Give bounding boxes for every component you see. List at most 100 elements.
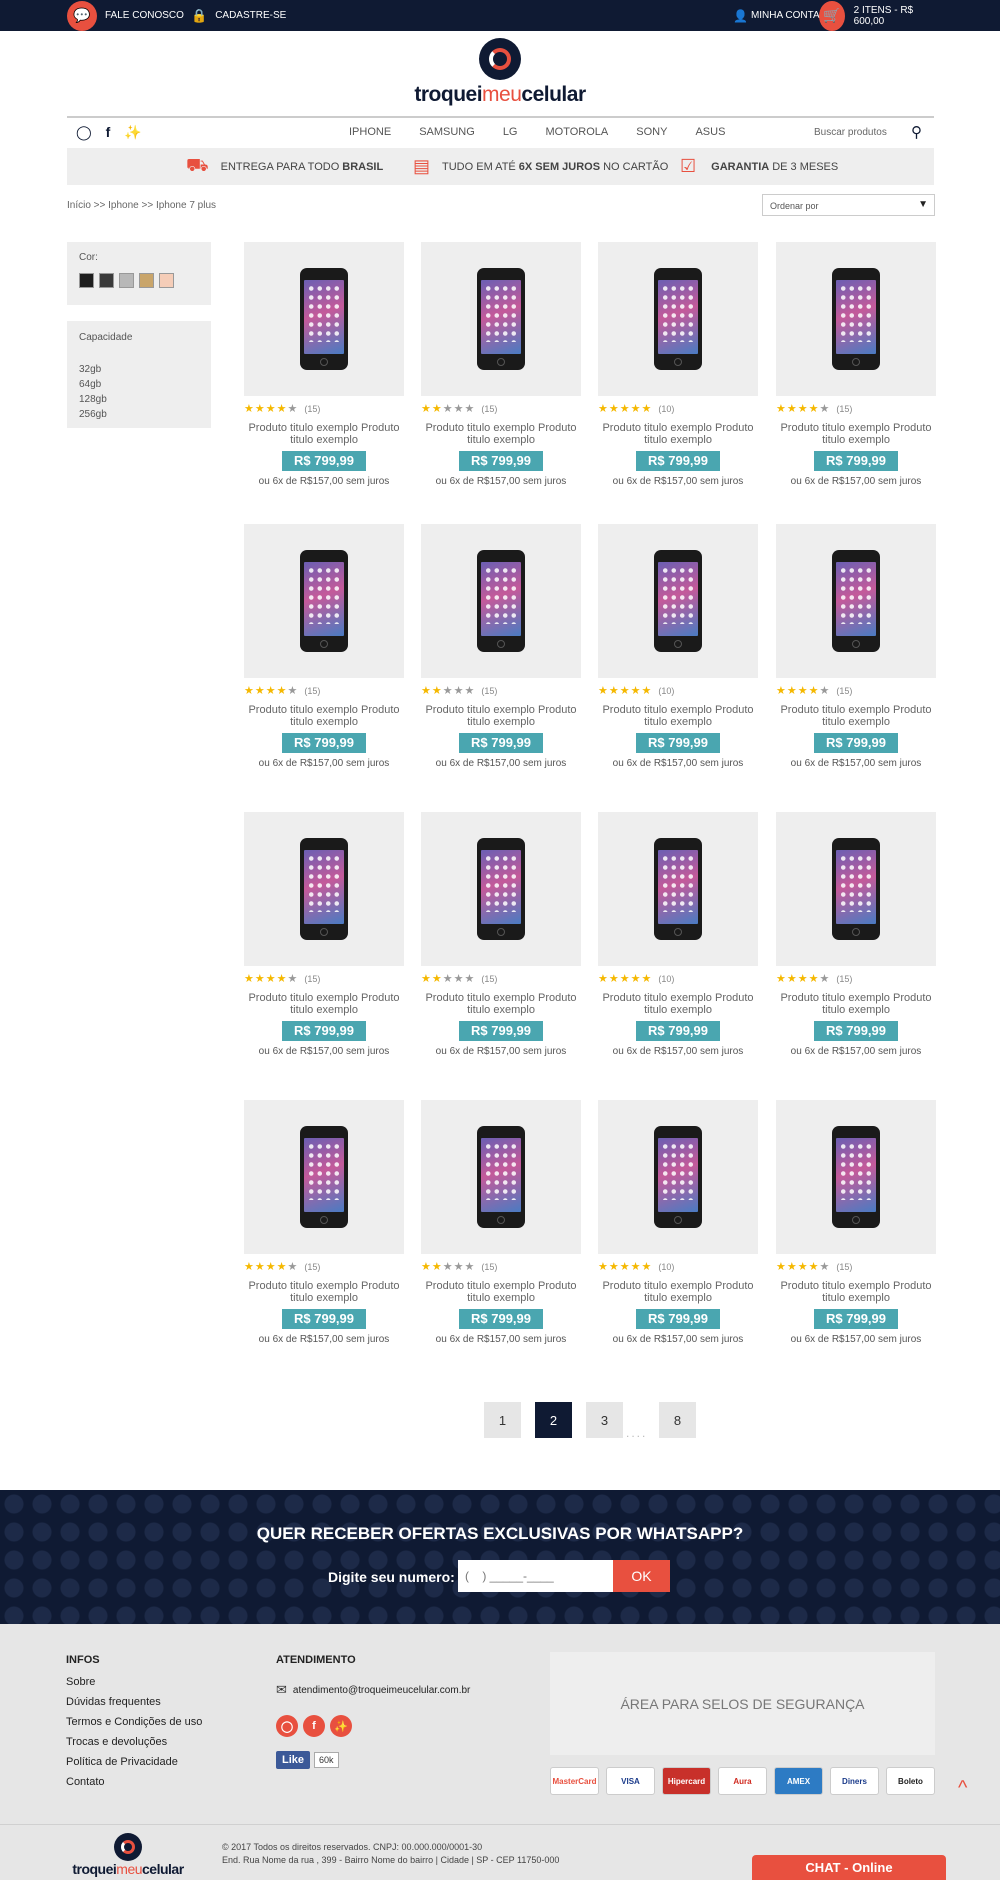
product-image[interactable] bbox=[244, 524, 404, 678]
product-card[interactable]: ★★★★★ (10) Produto titulo exemplo Produto … bbox=[598, 524, 758, 784]
product-title[interactable]: Produto titulo exemplo Produto titulo ex… bbox=[244, 422, 404, 446]
footer-social: ◯ f ✨ bbox=[276, 1715, 470, 1737]
twitter-icon[interactable]: ✨ bbox=[330, 1715, 352, 1737]
product-image[interactable] bbox=[421, 1100, 581, 1254]
product-card[interactable]: ★★★★★ (15) Produto titulo exemplo Produto … bbox=[776, 242, 936, 502]
footer-link-faq[interactable]: Dúvidas frequentes bbox=[66, 1692, 202, 1712]
product-card[interactable]: ★★★★★ (15) Produto titulo exemplo Produto … bbox=[244, 1100, 404, 1360]
product-card[interactable]: ★★★★★ (15) Produto titulo exemplo Produto … bbox=[776, 524, 936, 784]
product-image[interactable] bbox=[776, 1100, 936, 1254]
contact-link[interactable]: 💬 FALE CONOSCO bbox=[67, 0, 184, 31]
product-title[interactable]: Produto titulo exemplo Produto titulo ex… bbox=[776, 1280, 936, 1304]
product-card[interactable]: ★★★★★ (15) Produto titulo exemplo Produto … bbox=[776, 1100, 936, 1360]
product-title[interactable]: Produto titulo exemplo Produto titulo ex… bbox=[244, 1280, 404, 1304]
account-link[interactable]: 👤 MINHA CONTA bbox=[733, 0, 820, 31]
product-image[interactable] bbox=[598, 242, 758, 396]
support-email[interactable]: ✉ atendimento@troqueimeucelular.com.br bbox=[276, 1682, 470, 1698]
product-image[interactable] bbox=[421, 524, 581, 678]
product-image[interactable] bbox=[244, 812, 404, 966]
product-title[interactable]: Produto titulo exemplo Produto titulo ex… bbox=[244, 992, 404, 1016]
product-card[interactable]: ★★★★★ (15) Produto titulo exemplo Produto … bbox=[244, 524, 404, 784]
color-swatch[interactable] bbox=[99, 273, 114, 288]
color-swatch[interactable] bbox=[139, 273, 154, 288]
twitter-icon[interactable]: ✨ bbox=[124, 124, 141, 141]
capacity-option[interactable]: 32gb bbox=[79, 362, 107, 377]
product-title[interactable]: Produto titulo exemplo Produto titulo ex… bbox=[776, 704, 936, 728]
capacity-option[interactable]: 64gb bbox=[79, 377, 107, 392]
breadcrumb[interactable]: Início >> Iphone >> Iphone 7 plus bbox=[67, 200, 216, 211]
product-card[interactable]: ★★★★★ (15) Produto titulo exemplo Produto … bbox=[244, 812, 404, 1072]
product-image[interactable] bbox=[421, 812, 581, 966]
product-title[interactable]: Produto titulo exemplo Produto titulo ex… bbox=[598, 422, 758, 446]
product-card[interactable]: ★★★★★ (15) Produto titulo exemplo Produto … bbox=[421, 524, 581, 784]
product-image[interactable] bbox=[776, 524, 936, 678]
product-title[interactable]: Produto titulo exemplo Produto titulo ex… bbox=[776, 992, 936, 1016]
facebook-icon[interactable]: f bbox=[303, 1715, 325, 1737]
footer-link-sobre[interactable]: Sobre bbox=[66, 1672, 202, 1692]
whatsapp-phone-input[interactable] bbox=[458, 1560, 613, 1592]
page-button[interactable]: 1 bbox=[484, 1402, 521, 1438]
menu-item-asus[interactable]: ASUS bbox=[695, 126, 725, 138]
sort-select[interactable]: Ordenar por ▼ bbox=[762, 194, 935, 216]
footer-logo[interactable]: troqueimeucelular bbox=[66, 1833, 190, 1877]
footer-link-contact[interactable]: Contato bbox=[66, 1772, 202, 1792]
color-swatch[interactable] bbox=[79, 273, 94, 288]
instagram-icon[interactable]: ◯ bbox=[276, 1715, 298, 1737]
footer-link-returns[interactable]: Trocas e devoluções bbox=[66, 1732, 202, 1752]
product-title[interactable]: Produto titulo exemplo Produto titulo ex… bbox=[598, 1280, 758, 1304]
product-image[interactable] bbox=[598, 524, 758, 678]
product-title[interactable]: Produto titulo exemplo Produto titulo ex… bbox=[776, 422, 936, 446]
page-button[interactable]: 3 bbox=[586, 1402, 623, 1438]
product-card[interactable]: ★★★★★ (15) Produto titulo exemplo Produto … bbox=[421, 812, 581, 1072]
instagram-icon[interactable]: ◯ bbox=[76, 124, 92, 141]
product-card[interactable]: ★★★★★ (10) Produto titulo exemplo Produto … bbox=[598, 1100, 758, 1360]
menu-item-sony[interactable]: SONY bbox=[636, 126, 667, 138]
search-input[interactable]: Buscar produtos bbox=[814, 127, 887, 138]
capacity-option[interactable]: 256gb bbox=[79, 407, 107, 422]
product-card[interactable]: ★★★★★ (10) Produto titulo exemplo Produto … bbox=[598, 812, 758, 1072]
product-image[interactable] bbox=[598, 812, 758, 966]
chat-button[interactable]: CHAT - Online bbox=[752, 1855, 946, 1880]
facebook-like-button[interactable]: Like bbox=[276, 1751, 311, 1769]
product-title[interactable]: Produto titulo exemplo Produto titulo ex… bbox=[421, 992, 581, 1016]
product-card[interactable]: ★★★★★ (10) Produto titulo exemplo Produto … bbox=[598, 242, 758, 502]
product-image[interactable] bbox=[244, 1100, 404, 1254]
product-image[interactable] bbox=[244, 242, 404, 396]
product-card[interactable]: ★★★★★ (15) Produto titulo exemplo Produto … bbox=[776, 812, 936, 1072]
product-image[interactable] bbox=[776, 242, 936, 396]
product-title[interactable]: Produto titulo exemplo Produto titulo ex… bbox=[598, 992, 758, 1016]
product-title[interactable]: Produto titulo exemplo Produto titulo ex… bbox=[421, 704, 581, 728]
product-image[interactable] bbox=[776, 812, 936, 966]
site-logo[interactable]: troqueimeucelular bbox=[410, 38, 590, 108]
page-button[interactable]: 2 bbox=[535, 1402, 572, 1438]
whatsapp-submit-button[interactable]: OK bbox=[613, 1560, 670, 1592]
product-card[interactable]: ★★★★★ (15) Produto titulo exemplo Produto … bbox=[244, 242, 404, 502]
product-image[interactable] bbox=[421, 242, 581, 396]
product-card[interactable]: ★★★★★ (15) Produto titulo exemplo Produto … bbox=[421, 1100, 581, 1360]
product-price: R$ 799,99 bbox=[814, 733, 898, 753]
capacity-option[interactable]: 128gb bbox=[79, 392, 107, 407]
product-title[interactable]: Produto titulo exemplo Produto titulo ex… bbox=[244, 704, 404, 728]
product-image[interactable] bbox=[598, 1100, 758, 1254]
color-swatch[interactable] bbox=[119, 273, 134, 288]
search-icon[interactable]: ⚲ bbox=[911, 123, 922, 141]
color-swatch[interactable] bbox=[159, 273, 174, 288]
product-price: R$ 799,99 bbox=[636, 733, 720, 753]
menu-item-samsung[interactable]: SAMSUNG bbox=[419, 126, 475, 138]
menu-item-lg[interactable]: LG bbox=[503, 126, 518, 138]
footer-link-privacy[interactable]: Política de Privacidade bbox=[66, 1752, 202, 1772]
footer-link-terms[interactable]: Termos e Condições de uso bbox=[66, 1712, 202, 1732]
product-title[interactable]: Produto titulo exemplo Produto titulo ex… bbox=[421, 1280, 581, 1304]
menu-item-motorola[interactable]: MOTOROLA bbox=[546, 126, 609, 138]
product-card[interactable]: ★★★★★ (15) Produto titulo exemplo Produto … bbox=[421, 242, 581, 502]
facebook-icon[interactable]: f bbox=[106, 124, 111, 141]
page-button[interactable]: 8 bbox=[659, 1402, 696, 1438]
menu-item-iphone[interactable]: IPHONE bbox=[349, 126, 391, 138]
cart-link[interactable]: 🛒 2 ITENS - R$ 600,00 bbox=[819, 0, 933, 31]
register-link[interactable]: 🔒 CADASTRE-SE bbox=[191, 0, 286, 31]
product-title[interactable]: Produto titulo exemplo Produto titulo ex… bbox=[421, 422, 581, 446]
search-box[interactable]: Buscar produtos ⚲ bbox=[814, 123, 934, 143]
facebook-like-widget[interactable]: Like 60k bbox=[276, 1751, 470, 1769]
back-to-top-icon[interactable]: ^ bbox=[958, 1777, 967, 1800]
product-title[interactable]: Produto titulo exemplo Produto titulo ex… bbox=[598, 704, 758, 728]
